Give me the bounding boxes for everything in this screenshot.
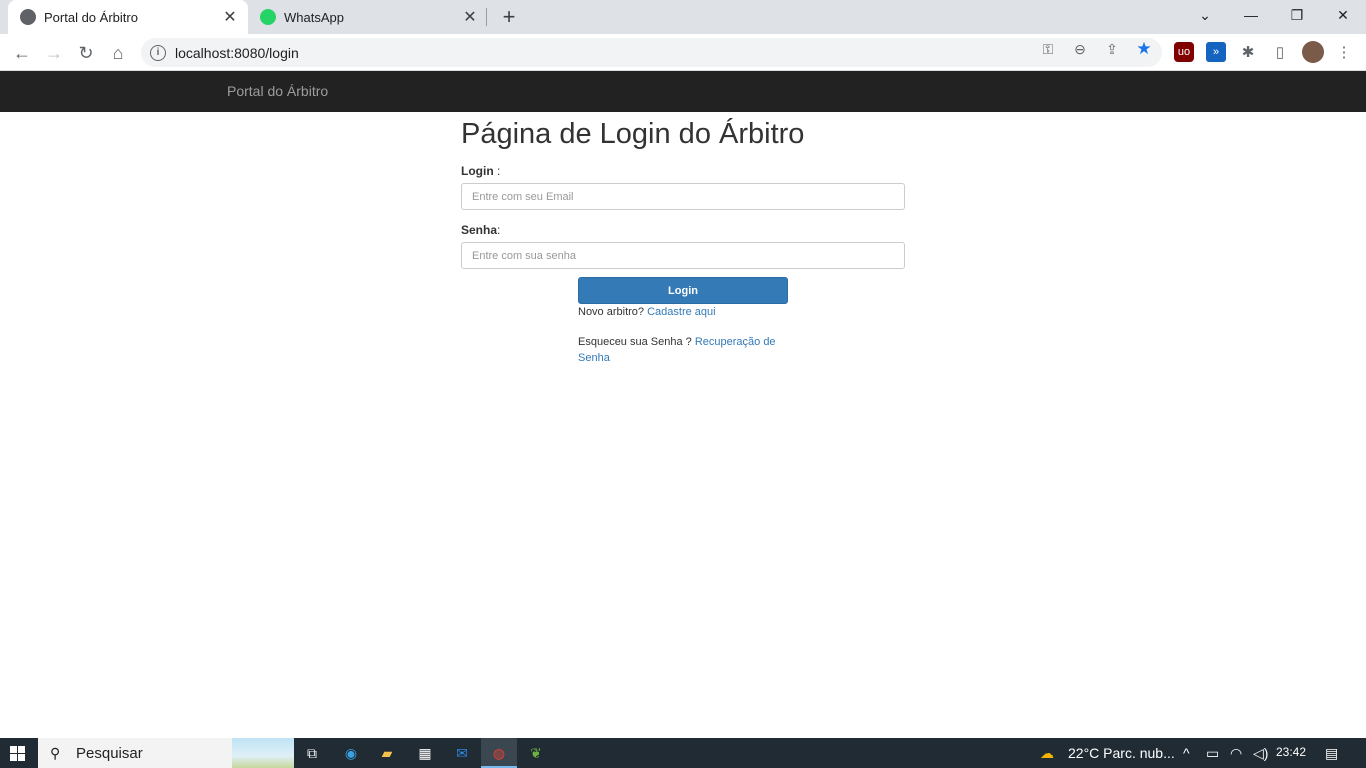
search-icon: ⚲	[50, 745, 61, 761]
spring-tool-icon[interactable]: ❦	[525, 742, 547, 764]
login-label-colon: :	[493, 164, 501, 178]
ublock-icon[interactable]: uo	[1174, 42, 1194, 62]
address-bar[interactable]: i localhost:8080/login	[141, 38, 1162, 67]
menu-icon[interactable]: ⋮	[1334, 42, 1354, 62]
windows-start-icon[interactable]	[10, 746, 26, 762]
tab-search-icon[interactable]: ⌄	[1182, 0, 1228, 30]
tab-whatsapp[interactable]: WhatsApp ✕	[248, 0, 488, 34]
taskbar-search-text: Pesquisar	[76, 744, 143, 762]
senha-label: Senha:	[461, 223, 905, 238]
email-field[interactable]: Entre com seu Email	[461, 183, 905, 210]
task-view-icon[interactable]: ⧉	[301, 742, 323, 764]
browser-toolbar: ← → ↻ ⌂ i localhost:8080/login ⚿ ⊖ ⇪ ★ u…	[0, 34, 1366, 71]
whatsapp-icon	[260, 9, 276, 25]
notification-icon[interactable]: ▤	[1325, 745, 1338, 762]
taskbar-search[interactable]: ⚲ Pesquisar	[38, 738, 294, 768]
weather-icon[interactable]: ☁	[1036, 742, 1058, 764]
taskbar: ⚲ Pesquisar ⧉ ◉ ▰ ▦ ✉ ◍ ❦ ☁ 22°C Parc. n…	[0, 738, 1366, 768]
minimize-button[interactable]: —	[1228, 0, 1274, 30]
store-icon[interactable]: ▦	[414, 742, 436, 764]
chrome-icon[interactable]: ◍	[488, 742, 510, 764]
globe-icon	[20, 9, 36, 25]
register-line: Novo arbitro? Cadastre aqui	[578, 306, 716, 318]
login-button[interactable]: Login	[578, 277, 788, 304]
register-link[interactable]: Cadastre aqui	[647, 306, 716, 318]
wifi-icon[interactable]: ◠	[1230, 745, 1242, 762]
login-label: Login :	[461, 164, 905, 179]
tray-chevron-icon[interactable]: ^	[1183, 745, 1190, 761]
close-tab-icon[interactable]: ✕	[220, 7, 240, 27]
extension-arrows-icon[interactable]: »	[1206, 42, 1226, 62]
tab-separator	[486, 8, 487, 26]
site-info-icon[interactable]: i	[150, 44, 166, 61]
login-form: Página de Login do Árbitro Login : Entre…	[461, 112, 905, 364]
recovery-line: Esqueceu sua Senha ? Recuperação de Senh…	[578, 334, 788, 366]
new-referee-text: Novo arbitro?	[578, 306, 645, 318]
avatar[interactable]	[1302, 41, 1324, 63]
share-icon[interactable]: ⇪	[1103, 40, 1121, 58]
volume-icon[interactable]: ◁)	[1253, 745, 1268, 762]
search-highlight-image	[232, 738, 294, 768]
tab-title: WhatsApp	[284, 9, 344, 25]
key-icon[interactable]: ⚿	[1039, 40, 1057, 58]
close-window-button[interactable]: ✕	[1320, 0, 1366, 30]
senha-label-text: Senha	[461, 223, 498, 237]
puzzle-icon[interactable]: ✱	[1238, 42, 1258, 62]
home-icon[interactable]: ⌂	[105, 40, 131, 66]
battery-icon[interactable]: ▭	[1206, 745, 1219, 762]
forward-icon[interactable]: →	[41, 40, 67, 66]
address-url[interactable]: localhost:8080/login	[175, 45, 299, 61]
file-explorer-icon[interactable]: ▰	[376, 742, 398, 764]
tab-portal[interactable]: Portal do Árbitro ✕	[8, 0, 248, 34]
sidepanel-icon[interactable]: ▯	[1270, 42, 1290, 62]
close-tab-icon[interactable]: ✕	[460, 7, 480, 27]
page-title: Página de Login do Árbitro	[461, 118, 805, 150]
login-label-text: Login	[461, 164, 494, 178]
zoom-icon[interactable]: ⊖	[1071, 40, 1089, 58]
browser-tabstrip: Portal do Árbitro ✕ WhatsApp ✕ + ⌄ — ❐ ✕	[0, 0, 1366, 34]
forgot-text: Esqueceu sua Senha ?	[578, 336, 692, 348]
weather-text[interactable]: 22°C Parc. nub...	[1068, 745, 1175, 761]
restore-button[interactable]: ❐	[1274, 0, 1320, 30]
mail-icon[interactable]: ✉	[451, 742, 473, 764]
password-field[interactable]: Entre com sua senha	[461, 242, 905, 269]
site-navbar: Portal do Árbitro	[0, 71, 1366, 112]
clock[interactable]: 23:42	[1276, 745, 1306, 759]
brand-link[interactable]: Portal do Árbitro	[227, 83, 328, 99]
new-tab-button[interactable]: +	[498, 6, 520, 28]
edge-icon[interactable]: ◉	[340, 742, 362, 764]
star-icon[interactable]: ★	[1135, 40, 1153, 58]
reload-icon[interactable]: ↻	[73, 40, 99, 66]
tab-title: Portal do Árbitro	[44, 9, 138, 25]
back-icon[interactable]: ←	[9, 40, 35, 66]
senha-label-colon: :	[497, 223, 501, 237]
